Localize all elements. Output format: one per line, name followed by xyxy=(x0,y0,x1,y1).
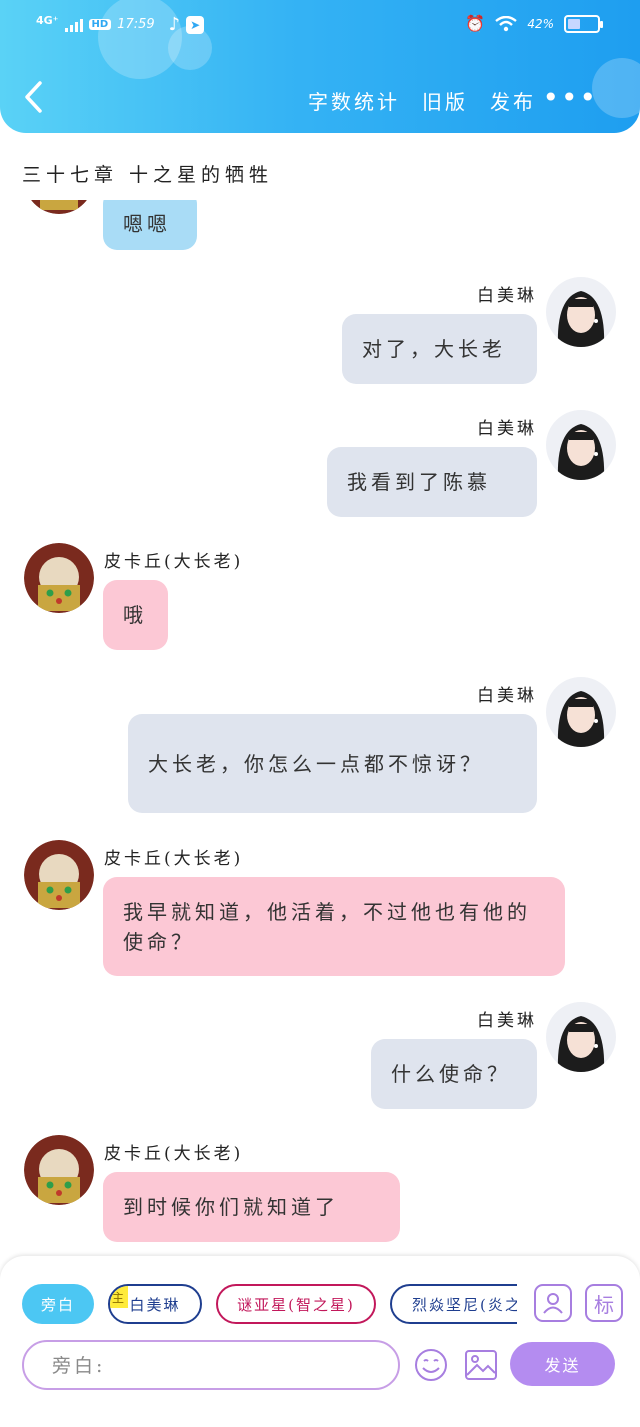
image-button[interactable] xyxy=(462,1346,500,1384)
image-icon xyxy=(465,1350,497,1380)
more-menu-button[interactable]: ••• xyxy=(542,84,598,112)
battery-percent: 42% xyxy=(527,16,554,31)
role-selector[interactable]: 旁白 主 白美琳 谜亚星(智之星) 烈焱坚尼(炎之星) xyxy=(22,1284,517,1324)
word-count-button[interactable]: 字数统计 xyxy=(308,86,400,115)
network-type: 4G⁺ xyxy=(36,14,59,27)
nav-bar: 字数统计 旧版 发布 ••• xyxy=(0,76,640,122)
battery-icon xyxy=(564,14,603,33)
chat-message: 白美琳 什么使命？ xyxy=(0,1002,640,1112)
hd-badge: HD xyxy=(88,19,112,30)
chat-message: 皮卡丘(大长老) 哦 xyxy=(0,543,640,653)
avatar-bai-meilin xyxy=(546,677,616,747)
message-input-wrapper xyxy=(22,1340,400,1390)
message-input[interactable] xyxy=(52,1352,382,1380)
sender-name: 皮卡丘(大长老) xyxy=(104,849,244,869)
status-bar: 4G⁺ HD 17:59 ♪ ➤ ⏰ 42% xyxy=(0,8,640,42)
message-bubble[interactable]: 我早就知道，他活着，不过他也有他的使命？ xyxy=(103,877,565,976)
app-header: 4G⁺ HD 17:59 ♪ ➤ ⏰ 42% 字数统计 旧版 发布 ••• xyxy=(0,0,640,133)
role-chip-label: 谜亚星(智之星) xyxy=(237,1295,355,1314)
avatar-pikachu xyxy=(24,1135,94,1205)
composer-panel: 旁白 主 白美琳 谜亚星(智之星) 烈焱坚尼(炎之星) 标 发送 xyxy=(0,1256,640,1427)
user-icon xyxy=(543,1293,563,1314)
sender-name: 白美琳 xyxy=(477,286,537,306)
message-bubble[interactable]: 我看到了陈慕 xyxy=(327,447,537,517)
avatar-pikachu xyxy=(24,840,94,910)
message-text: 到时候你们就知道了 xyxy=(123,1195,339,1219)
message-bubble[interactable]: 什么使命？ xyxy=(371,1039,537,1109)
role-chip-narration[interactable]: 旁白 xyxy=(22,1284,94,1324)
wifi-icon xyxy=(495,15,518,31)
chat-message: 皮卡丘(大长老) 我早就知道，他活着，不过他也有他的使命？ xyxy=(0,840,640,980)
chat-message: 嗯嗯 xyxy=(0,200,640,252)
message-bubble[interactable]: 嗯嗯 xyxy=(103,200,197,250)
chat-message: 皮卡丘(大长老) 到时候你们就知道了 xyxy=(0,1135,640,1245)
mark-button[interactable]: 标 xyxy=(585,1284,623,1322)
emoji-button[interactable] xyxy=(412,1346,450,1384)
sender-name: 白美琳 xyxy=(477,686,537,706)
mark-label: 标 xyxy=(594,1292,614,1317)
message-text: 我早就知道，他活着，不过他也有他的使命？ xyxy=(123,899,531,954)
tiktok-icon: ♪ xyxy=(168,14,181,35)
publish-button[interactable]: 发布 xyxy=(490,86,536,115)
telegram-icon: ➤ xyxy=(186,15,205,34)
chat-message: 白美琳 我看到了陈慕 xyxy=(0,410,640,520)
avatar-pikachu xyxy=(24,543,94,613)
message-bubble[interactable]: 大长老，你怎么一点都不惊讶？ xyxy=(128,714,537,813)
avatar-bai-meilin xyxy=(546,410,616,480)
message-text: 对了，大长老 xyxy=(362,337,506,361)
alarm-icon: ⏰ xyxy=(465,14,486,33)
message-text: 大长老，你怎么一点都不惊讶？ xyxy=(148,751,484,776)
role-chip-label: 旁白 xyxy=(40,1295,75,1314)
smile-icon xyxy=(415,1349,447,1381)
sender-name: 白美琳 xyxy=(477,419,537,439)
sender-name: 皮卡丘(大长老) xyxy=(104,552,244,572)
character-manage-button[interactable] xyxy=(534,1284,572,1322)
avatar-pikachu xyxy=(24,200,94,214)
avatar-bai-meilin xyxy=(546,1002,616,1072)
message-bubble[interactable]: 到时候你们就知道了 xyxy=(103,1172,400,1242)
chevron-left-icon xyxy=(25,81,42,113)
message-text: 嗯嗯 xyxy=(123,212,171,236)
role-chip-bai-meilin[interactable]: 主 白美琳 xyxy=(108,1284,202,1324)
avatar-bai-meilin xyxy=(546,277,616,347)
clock: 17:59 xyxy=(117,17,155,32)
role-chip-mi-yaxing[interactable]: 谜亚星(智之星) xyxy=(216,1284,376,1324)
message-text: 什么使命？ xyxy=(391,1062,511,1086)
chat-message: 白美琳 大长老，你怎么一点都不惊讶？ xyxy=(0,677,640,817)
role-chip-label: 白美琳 xyxy=(129,1295,181,1314)
message-bubble[interactable]: 对了，大长老 xyxy=(342,314,537,384)
signal-icon xyxy=(64,18,83,32)
send-button[interactable]: 发送 xyxy=(510,1342,615,1386)
back-button[interactable] xyxy=(22,80,52,118)
role-chip-label: 烈焱坚尼(炎之星) xyxy=(412,1295,517,1314)
main-role-tag: 主 xyxy=(110,1286,128,1308)
sender-name: 白美琳 xyxy=(477,1011,537,1031)
message-text: 我看到了陈慕 xyxy=(347,470,491,494)
old-version-button[interactable]: 旧版 xyxy=(422,86,468,115)
chat-message: 白美琳 对了，大长老 xyxy=(0,277,640,387)
chat-list[interactable]: 嗯嗯 白美琳 对了，大长老 白美琳 我看到了陈慕 皮卡丘(大长老) 哦 白美琳 xyxy=(0,200,640,1255)
message-bubble[interactable]: 哦 xyxy=(103,580,168,650)
sender-name: 皮卡丘(大长老) xyxy=(104,1144,244,1164)
message-text: 哦 xyxy=(123,603,147,627)
role-chip-lie-yan[interactable]: 烈焱坚尼(炎之星) xyxy=(390,1284,517,1324)
chapter-title[interactable]: 三十七章 十之星的牺牲 xyxy=(22,160,273,187)
